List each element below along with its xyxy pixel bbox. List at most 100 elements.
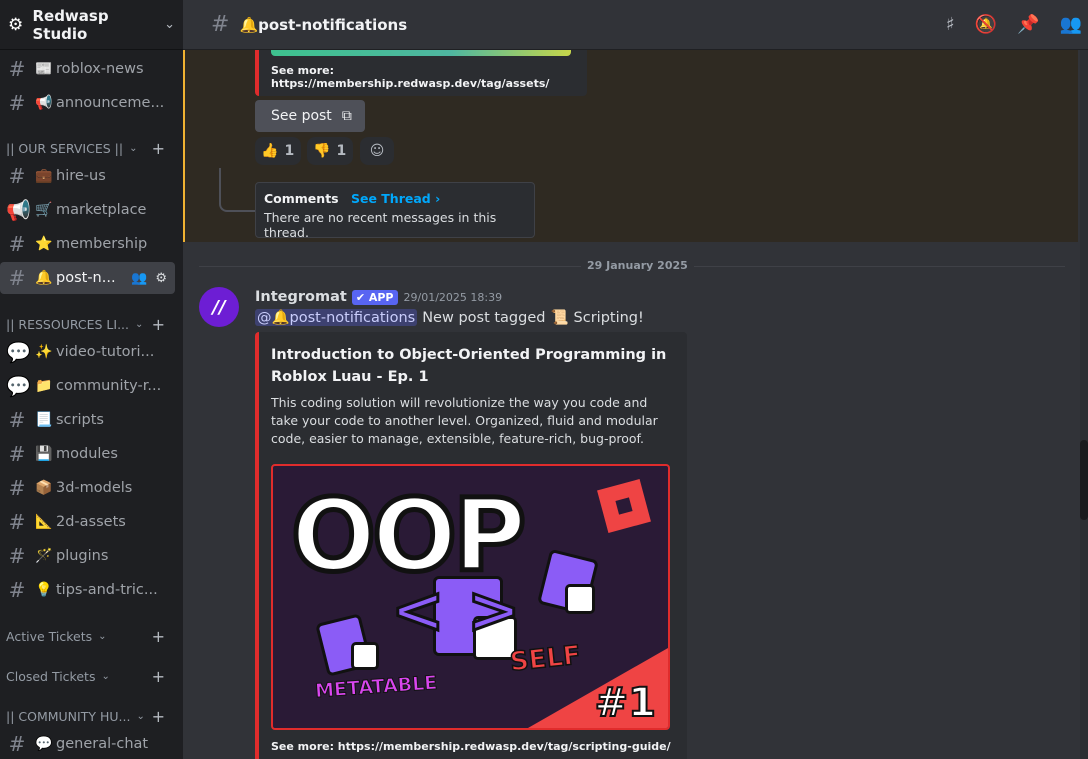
chevron-down-icon: ⌄ <box>164 17 175 32</box>
thread-preview[interactable]: Comments See Thread › There are no recen… <box>255 182 535 240</box>
reaction-count: 1 <box>336 143 347 159</box>
channel-tips-and-tricks[interactable]: # 💡 tips-and-tric... <box>0 574 175 606</box>
message-content: @🔔post-notifications New post tagged 📜 S… <box>255 309 644 326</box>
invite-icon[interactable]: 👥 <box>131 271 147 286</box>
channel-emoji: 🪄 <box>35 548 53 564</box>
channel-label: 2d-assets <box>56 514 126 530</box>
channel-label: modules <box>56 446 118 462</box>
message-tag: Scripting! <box>573 309 644 326</box>
locked-hash-icon: # <box>8 442 26 466</box>
hash-icon: # <box>211 12 230 37</box>
chevron-down-icon: ⌄ <box>98 630 107 642</box>
previous-embed-image[interactable] <box>271 50 571 56</box>
category-active-tickets[interactable]: Active Tickets ⌄ + <box>0 626 175 646</box>
scroll-track[interactable] <box>1080 50 1088 759</box>
reaction-thumbs-up[interactable]: 👍 1 <box>255 137 301 165</box>
reaction-thumbs-down[interactable]: 👎 1 <box>307 137 353 165</box>
channel-emoji: 🛒 <box>35 202 53 218</box>
locked-hash-icon: # <box>8 476 26 500</box>
embed-title[interactable]: Introduction to Object-Oriented Programm… <box>271 344 671 388</box>
channel-scripts[interactable]: # 📃 scripts <box>0 404 175 436</box>
channel-2d-assets[interactable]: # 📐 2d-assets <box>0 506 175 538</box>
channel-emoji: 📢 <box>35 95 53 111</box>
embed-description: This coding solution will revolutionize … <box>271 395 658 446</box>
channel-label: plugins <box>56 548 109 564</box>
category-community-hub[interactable]: || COMMUNITY HU... ⌄ + <box>0 706 175 726</box>
category-label: || OUR SERVICES || <box>6 140 124 156</box>
scrollbar-thumb[interactable] <box>1080 440 1088 520</box>
forum-icon: 💬 <box>6 374 31 398</box>
channel-label: video-tutori... <box>56 344 155 360</box>
channel-label: announceme... <box>56 95 165 111</box>
chevron-down-icon: ⌄ <box>129 142 138 154</box>
hash-icon: # <box>8 266 26 290</box>
channel-emoji: 📃 <box>35 412 53 428</box>
members-icon[interactable]: 👥 <box>1060 14 1082 35</box>
channel-announcements[interactable]: # 📢 announceme... <box>0 87 175 119</box>
thread-header: Comments See Thread › <box>264 191 526 206</box>
category-our-services[interactable]: || OUR SERVICES || ⌄ + <box>0 138 175 158</box>
category-label: || RESSOURCES LI... <box>6 316 130 332</box>
category-closed-tickets[interactable]: Closed Tickets ⌄ + <box>0 666 175 686</box>
channel-hire-us[interactable]: # 💼 hire-us <box>0 160 175 192</box>
channel-label: membership <box>56 236 148 252</box>
channel-label: tips-and-tric... <box>56 582 158 598</box>
channel-topbar: # 🔔post-notifications ♯ 🔕 📌 👥 <box>183 0 1088 50</box>
pin-icon[interactable]: 📌 <box>1017 14 1039 35</box>
channel-community-resources[interactable]: 💬 📁 community-r... <box>0 370 175 402</box>
image-brackets-text: < > <box>390 573 523 650</box>
channel-emoji: 🔔 <box>35 270 53 286</box>
embed-thumbnail-image[interactable]: OOP < > METATABLE SELF #1 <box>271 464 670 730</box>
channel-emoji: 📦 <box>35 480 53 496</box>
channel-label: community-r... <box>56 378 162 394</box>
author-name[interactable]: Integromat <box>255 289 347 305</box>
channel-general-chat[interactable]: # 💬 general-chat <box>0 728 175 759</box>
channel-emoji: 📐 <box>35 514 53 530</box>
app-badge: ✔ APP <box>351 289 398 305</box>
see-more-link[interactable]: See more: https://membership.redwasp.dev… <box>271 740 671 753</box>
image-episode-text: #1 <box>594 679 657 727</box>
add-reaction-button[interactable]: ☺ <box>360 137 394 165</box>
channel-membership[interactable]: # ⭐ membership <box>0 228 175 260</box>
forum-icon: 💬 <box>6 340 31 364</box>
see-post-button[interactable]: See post ⧉ <box>255 100 365 132</box>
channel-mention[interactable]: @🔔post-notifications <box>255 309 418 326</box>
channel-video-tutorials[interactable]: 💬 ✨ video-tutori... <box>0 336 175 368</box>
chevron-down-icon: ⌄ <box>135 318 144 330</box>
threads-icon[interactable]: ♯ <box>946 14 955 35</box>
avatar[interactable]: // <box>199 287 239 327</box>
see-thread-link[interactable]: See Thread › <box>351 191 440 206</box>
previous-embed: See more: https://membership.redwasp.dev… <box>255 50 587 96</box>
add-channel-icon[interactable]: + <box>152 139 165 158</box>
channel-label: roblox-news <box>56 61 144 77</box>
channel-plugins[interactable]: # 🪄 plugins <box>0 540 175 572</box>
hash-icon: # <box>8 232 26 256</box>
add-channel-icon[interactable]: + <box>152 707 165 726</box>
message-timestamp: 29/01/2025 18:39 <box>403 290 503 304</box>
roblox-logo <box>597 479 651 533</box>
server-header[interactable]: ⚙ Redwasp Studio ⌄ <box>0 0 183 50</box>
channel-emoji: 💼 <box>35 168 53 184</box>
category-ressources[interactable]: || RESSOURCES LI... ⌄ + <box>0 314 175 334</box>
channel-3d-models[interactable]: # 📦 3d-models <box>0 472 175 504</box>
see-post-label: See post <box>271 108 332 124</box>
mute-bell-icon[interactable]: 🔕 <box>975 14 997 35</box>
channel-marketplace[interactable]: 📢 🛒 marketplace <box>0 194 175 226</box>
locked-hash-icon: # <box>8 408 26 432</box>
previous-see-more-link[interactable]: See more: https://membership.redwasp.dev… <box>271 64 587 90</box>
channel-modules[interactable]: # 💾 modules <box>0 438 175 470</box>
external-link-icon: ⧉ <box>341 108 352 124</box>
channel-roblox-news[interactable]: # 📰 roblox-news <box>0 53 175 85</box>
settings-gear-icon[interactable]: ⚙ <box>155 271 167 286</box>
add-channel-icon[interactable]: + <box>152 667 165 686</box>
locked-hash-icon: # <box>8 510 26 534</box>
channel-label: 3d-models <box>56 480 133 496</box>
server-name: Redwasp Studio <box>32 6 109 43</box>
channel-post-notifications[interactable]: # 🔔 post-n... 👥 ⚙ <box>0 262 175 294</box>
add-channel-icon[interactable]: + <box>152 627 165 646</box>
category-label: Closed Tickets <box>6 668 96 684</box>
image-metatable-text: METATABLE <box>314 671 439 703</box>
server-gear-icon: ⚙ <box>8 14 24 35</box>
add-channel-icon[interactable]: + <box>152 315 165 334</box>
message-list[interactable]: See more: https://membership.redwasp.dev… <box>183 50 1088 759</box>
